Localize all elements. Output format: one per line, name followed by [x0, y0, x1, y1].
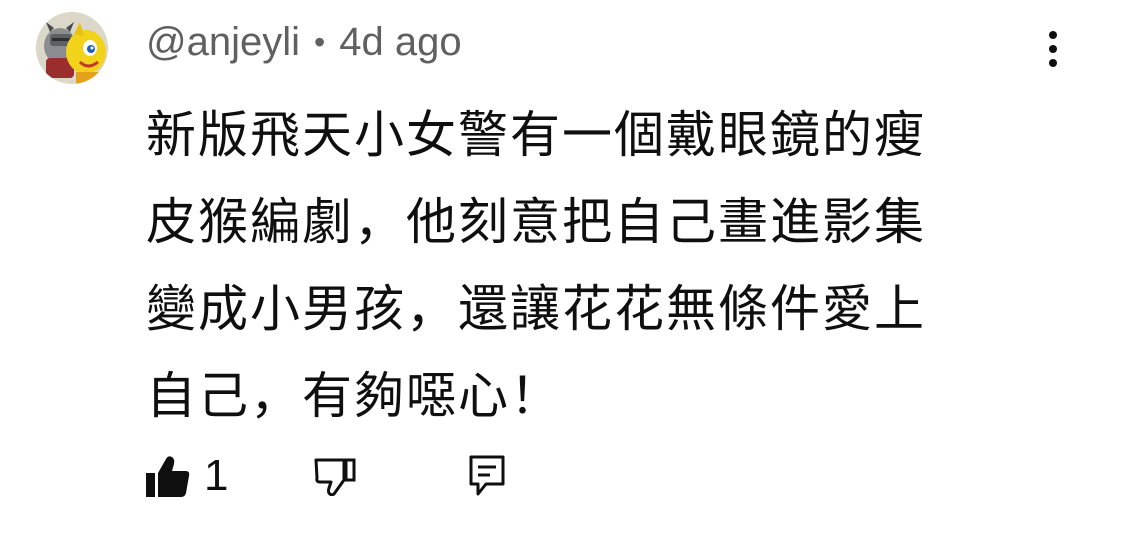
more-vertical-icon — [1049, 31, 1057, 67]
thumbs-down-outline-icon — [314, 458, 356, 496]
avatar[interactable] — [36, 12, 108, 84]
comment-text-line: 皮猴編劇，他刻意把自己畫進影集 — [146, 193, 926, 251]
reply-comment-icon — [469, 455, 505, 496]
comment-text-line: 新版飛天小女警有一個戴眼鏡的瘦 — [146, 106, 926, 164]
author-name[interactable]: @anjeyli — [146, 20, 300, 65]
comment-timestamp[interactable]: 4d ago — [339, 20, 461, 65]
like-count: 1 — [204, 451, 229, 500]
comment-text: 新版飛天小女警有一個戴眼鏡的瘦 皮猴編劇，他刻意把自己畫進影集 變成小男孩，還讓… — [146, 92, 1026, 440]
reply-button[interactable] — [468, 454, 506, 498]
comment-meta: @anjeyli • 4d ago — [146, 14, 462, 70]
comment-actions: 1 — [146, 448, 506, 504]
meta-separator: • — [314, 23, 326, 60]
comment-text-line: 自己，有夠噁心！ — [146, 367, 562, 425]
comment-item: @anjeyli • 4d ago 新版飛天小女警有一個戴眼鏡的瘦 皮猴編劇，他… — [0, 0, 1125, 538]
like-button[interactable]: 1 — [146, 451, 228, 501]
dislike-button[interactable] — [314, 456, 356, 496]
more-options-button[interactable] — [1030, 26, 1076, 72]
comment-text-line: 變成小男孩，還讓花花無條件愛上 — [146, 280, 926, 338]
avatar-image-icon — [36, 12, 108, 84]
thumbs-up-filled-icon — [146, 456, 190, 497]
